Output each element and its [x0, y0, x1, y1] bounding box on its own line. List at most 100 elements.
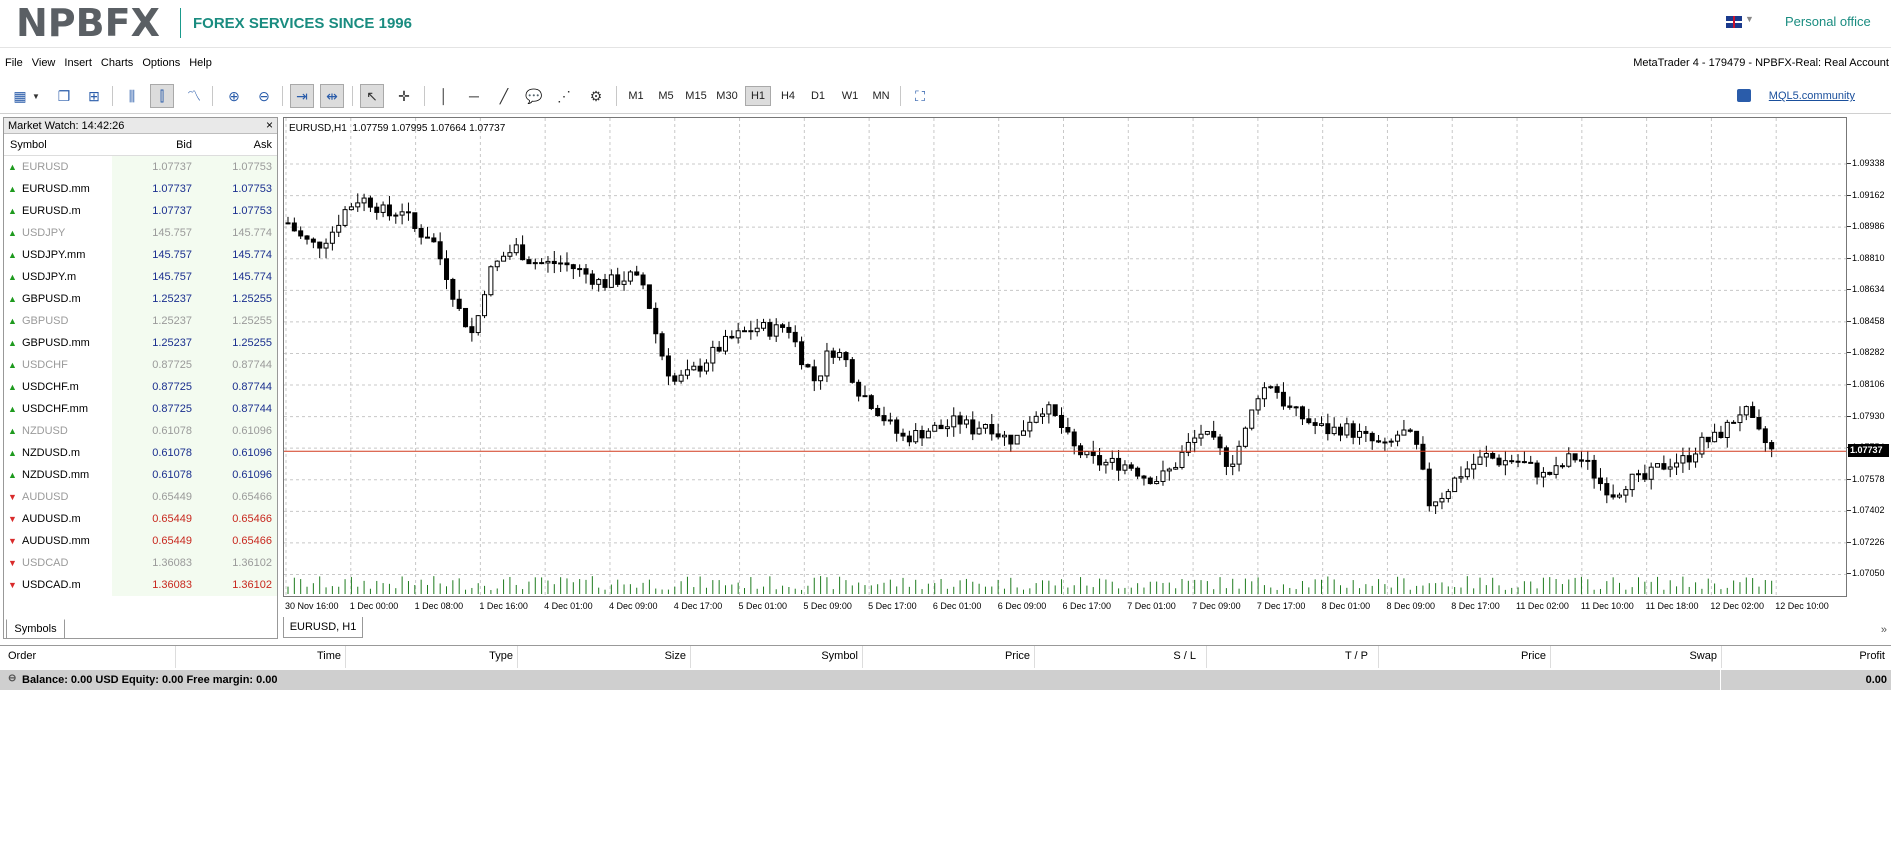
- personal-office-link[interactable]: Personal office: [1785, 14, 1871, 29]
- line-chart-icon[interactable]: 〽: [182, 84, 206, 108]
- candlestick-chart[interactable]: [284, 118, 1846, 596]
- collapse-icon[interactable]: ⊖: [8, 673, 16, 684]
- timeframe-m1[interactable]: M1: [624, 86, 648, 106]
- terminal-column-price[interactable]: Price: [862, 650, 1034, 666]
- symbol-cell: ▲ USDJPY: [4, 221, 112, 244]
- column-ask[interactable]: Ask: [196, 134, 277, 155]
- timeframe-h4[interactable]: H4: [776, 86, 800, 106]
- trendline-icon[interactable]: ╱: [492, 84, 516, 108]
- table-row[interactable]: ▼ AUDUSD 0.65449 0.65466: [4, 485, 277, 508]
- menu-help[interactable]: Help: [184, 52, 216, 69]
- mql5-community-link[interactable]: MQL5.community: [1769, 90, 1855, 102]
- timeframe-h1[interactable]: H1: [745, 86, 771, 106]
- table-row[interactable]: ▼ AUDUSD.mm 0.65449 0.65466: [4, 529, 277, 552]
- table-row[interactable]: ▲ USDJPY.mm 145.757 145.774: [4, 243, 277, 266]
- table-row[interactable]: ▲ NZDUSD.mm 0.61078 0.61096: [4, 463, 277, 486]
- table-row[interactable]: ▲ USDJPY.m 145.757 145.774: [4, 265, 277, 288]
- mql5-community-icon[interactable]: [1737, 89, 1751, 102]
- tabs-scroll-right-icon[interactable]: »: [1881, 624, 1887, 636]
- column-divider: [1378, 646, 1379, 668]
- table-row[interactable]: ▼ AUDUSD.m 0.65449 0.65466: [4, 507, 277, 530]
- terminal-column-symbol[interactable]: Symbol: [690, 650, 862, 666]
- timeframe-d1[interactable]: D1: [806, 86, 830, 106]
- timeframe-m15[interactable]: M15: [682, 86, 710, 106]
- table-row[interactable]: ▲ NZDUSD 0.61078 0.61096: [4, 419, 277, 442]
- terminal-column-sl[interactable]: S / L: [1034, 650, 1206, 666]
- chart-window[interactable]: [283, 117, 1847, 597]
- close-icon[interactable]: ×: [266, 118, 273, 132]
- candle-body: [1084, 450, 1090, 456]
- table-row[interactable]: ▲ GBPUSD.m 1.25237 1.25255: [4, 287, 277, 310]
- text-label-icon[interactable]: 💬: [522, 84, 546, 108]
- table-row[interactable]: ▲ GBPUSD.mm 1.25237 1.25255: [4, 331, 277, 354]
- candle-body: [710, 346, 716, 364]
- candle-body: [932, 424, 938, 432]
- ask-cell: 0.61096: [196, 419, 277, 442]
- terminal-column-price[interactable]: Price: [1378, 650, 1550, 666]
- terminal-column-order[interactable]: Order: [0, 650, 175, 666]
- table-row[interactable]: ▲ USDCHF.m 0.87725 0.87744: [4, 375, 277, 398]
- language-chevron-down-icon[interactable]: ▼: [1745, 14, 1754, 24]
- fullscreen-icon[interactable]: ⛶: [908, 84, 932, 108]
- timeframe-w1[interactable]: W1: [838, 86, 862, 106]
- terminal-column-time[interactable]: Time: [175, 650, 345, 666]
- terminal-column-profit[interactable]: Profit: [1721, 650, 1889, 666]
- candle-body: [1667, 466, 1673, 470]
- table-row[interactable]: ▲ GBPUSD 1.25237 1.25255: [4, 309, 277, 332]
- horizontal-line-icon[interactable]: ─: [462, 84, 486, 108]
- menu-view[interactable]: View: [27, 52, 60, 69]
- column-symbol[interactable]: Symbol: [4, 134, 112, 155]
- table-row[interactable]: ▼ USDCAD 1.36083 1.36102: [4, 551, 277, 574]
- table-row[interactable]: ▲ EURUSD.m 1.07737 1.07753: [4, 199, 277, 222]
- chart-shift-icon[interactable]: ⇹: [320, 84, 344, 108]
- terminal-column-size[interactable]: Size: [517, 650, 690, 666]
- profiles-icon[interactable]: ❐: [52, 84, 76, 108]
- candle-body: [1610, 494, 1616, 498]
- zoom-out-icon[interactable]: ⊖: [252, 84, 276, 108]
- vertical-line-icon[interactable]: │: [432, 84, 456, 108]
- candle-body: [735, 330, 741, 339]
- fibonacci-icon[interactable]: ⋰: [552, 84, 576, 108]
- table-row[interactable]: ▼ USDCAD.m 1.36083 1.36102: [4, 573, 277, 596]
- uk-flag-icon[interactable]: [1726, 16, 1742, 28]
- new-chart-icon[interactable]: ▦: [8, 84, 32, 108]
- timeframe-m5[interactable]: M5: [654, 86, 678, 106]
- terminal-column-tp[interactable]: T / P: [1206, 650, 1378, 666]
- zoom-in-icon[interactable]: ⊕: [222, 84, 246, 108]
- menu-insert[interactable]: Insert: [59, 52, 96, 69]
- candle-body: [862, 395, 868, 398]
- new-chart-dropdown-icon[interactable]: ▼: [30, 84, 42, 108]
- market-watch-icon[interactable]: ⊞: [82, 84, 106, 108]
- menu-options[interactable]: Options: [137, 52, 184, 69]
- price-tick-label: 1.07050: [1852, 568, 1885, 579]
- table-row[interactable]: ▲ EURUSD 1.07737 1.07753: [4, 155, 277, 178]
- candle-body: [1242, 427, 1248, 447]
- table-row[interactable]: ▲ EURUSD.mm 1.07737 1.07753: [4, 177, 277, 200]
- terminal-column-type[interactable]: Type: [345, 650, 517, 666]
- npbfx-logo[interactable]: NPBFX: [16, 1, 160, 45]
- candle-body: [1604, 483, 1610, 496]
- ask-cell: 0.65466: [196, 507, 277, 530]
- crosshair-icon[interactable]: ✛: [392, 84, 416, 108]
- cursor-icon[interactable]: ↖: [360, 84, 384, 108]
- candlestick-chart-icon[interactable]: ⫿: [150, 84, 174, 108]
- terminal-column-swap[interactable]: Swap: [1550, 650, 1721, 666]
- bar-chart-icon[interactable]: ⫼: [120, 84, 144, 108]
- candle-body: [646, 284, 652, 309]
- tab-symbols[interactable]: Symbols: [6, 619, 65, 639]
- column-bid[interactable]: Bid: [112, 134, 196, 155]
- table-row[interactable]: ▲ NZDUSD.m 0.61078 0.61096: [4, 441, 277, 464]
- indicators-icon[interactable]: ⚙: [584, 84, 608, 108]
- timeframe-m30[interactable]: M30: [713, 86, 741, 106]
- tab-eurusd-h1[interactable]: EURUSD, H1: [283, 617, 363, 638]
- price-tick-label: 1.07402: [1852, 505, 1885, 516]
- table-row[interactable]: ▲ USDCHF 0.87725 0.87744: [4, 353, 277, 376]
- menu-file[interactable]: File: [0, 52, 27, 69]
- table-row[interactable]: ▲ USDCHF.mm 0.87725 0.87744: [4, 397, 277, 420]
- tagline: FOREX SERVICES SINCE 1996: [193, 15, 412, 32]
- arrow-up-icon: ▲: [8, 403, 17, 414]
- menu-charts[interactable]: Charts: [96, 52, 137, 69]
- auto-scroll-icon[interactable]: ⇥: [290, 84, 314, 108]
- timeframe-mn[interactable]: MN: [868, 86, 894, 106]
- table-row[interactable]: ▲ USDJPY 145.757 145.774: [4, 221, 277, 244]
